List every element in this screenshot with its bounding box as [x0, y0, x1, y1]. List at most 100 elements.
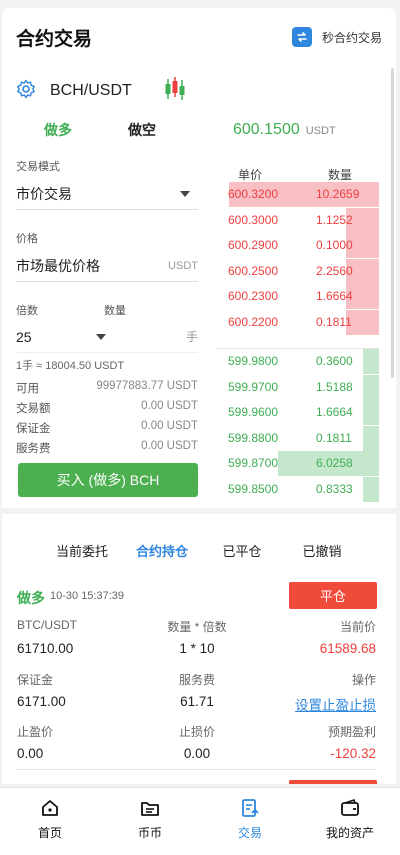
ask-row[interactable]: 600.2500 2.2560 — [216, 258, 379, 284]
ask-price: 600.2500 — [228, 263, 279, 278]
leverage-value: 25 — [16, 328, 32, 345]
nav-exchange-label: 币币 — [137, 826, 162, 840]
ask-price: 600.2200 — [228, 315, 279, 329]
ask-qty: 0.1000 — [316, 238, 353, 253]
amount-label: 交易额 — [16, 403, 51, 415]
leverage-select[interactable]: 25 — [16, 329, 106, 345]
nav-exchange[interactable]: 币币 — [100, 788, 200, 855]
tab-current-orders[interactable]: 当前委托 — [42, 541, 122, 560]
ask-qty: 1.6664 — [316, 289, 353, 304]
second-contract-label: 秒合约交易 — [321, 30, 382, 45]
position-current-price: 61589.68 — [319, 641, 376, 656]
position-symbol: BTC/USDT — [17, 618, 77, 632]
buy-long-button[interactable]: 买入 (做多) BCH — [18, 463, 198, 497]
bid-price: 599.9600 — [228, 405, 279, 420]
tab-closed[interactable]: 已平仓 — [202, 541, 282, 560]
header: 合约交易 秒合约交易 — [16, 22, 382, 52]
stop-loss-label: 止损价 — [178, 725, 215, 739]
ask-row[interactable]: 600.2900 0.1000 — [216, 233, 379, 259]
tab-cancelled[interactable]: 已撤销 — [282, 541, 362, 560]
lot-info: 1手 ≈ 18004.50 USDT — [16, 360, 125, 372]
close-position-button[interactable]: 平仓 — [289, 582, 377, 609]
amount-value: 0.00 USDT — [141, 400, 198, 412]
order-book-header: 单价 数量 — [228, 166, 378, 183]
trade-icon — [242, 799, 259, 817]
pair-selector[interactable]: BCH/USDT — [16, 76, 186, 106]
wallet-icon — [341, 798, 359, 816]
qty-leverage-label: 数量 * 倍数 — [167, 620, 227, 634]
tab-short[interactable]: 做空 — [100, 120, 184, 140]
ask-row[interactable]: 600.2300 1.6664 — [216, 284, 379, 310]
scrollbar[interactable] — [391, 68, 394, 378]
fee-value: 0.00 USDT — [141, 440, 198, 452]
trade-mode-select[interactable]: 市价交易 — [16, 178, 198, 210]
leverage-label: 倍数 — [16, 305, 38, 317]
position-margin-value: 6171.00 — [17, 694, 66, 709]
bid-row[interactable]: 599.8800 0.1811 — [216, 425, 379, 451]
qty-leverage-value: 1 * 10 — [179, 641, 215, 656]
stop-loss-value: 0.00 — [183, 746, 211, 761]
second-contract-button[interactable]: 秒合约交易 — [291, 27, 382, 47]
bid-row[interactable]: 599.9600 1.6664 — [216, 400, 379, 426]
ask-price: 600.2300 — [228, 289, 279, 304]
ask-qty: 1.1252 — [316, 212, 353, 227]
tab-long[interactable]: 做多 — [16, 120, 100, 140]
nav-home-label: 首页 — [37, 826, 62, 840]
current-price-value: 600.1500 — [233, 121, 300, 138]
position-fee-label: 服务费 — [178, 673, 215, 687]
positions-card: 当前委托 合约持仓 已平仓 已撤销 做多 10-30 15:37:39 平仓 B… — [2, 514, 396, 784]
bid-qty: 1.6664 — [316, 405, 353, 420]
page-title: 合约交易 — [16, 28, 93, 50]
quantity-label: 数量 — [104, 305, 126, 317]
bid-qty: 0.1811 — [316, 430, 352, 445]
next-close-button[interactable] — [289, 780, 377, 784]
gear-icon[interactable] — [16, 79, 36, 104]
expected-pnl-label: 预期盈利 — [327, 725, 376, 739]
bid-depth-bar — [363, 374, 379, 400]
nav-assets[interactable]: 我的资产 — [300, 788, 400, 855]
bid-row[interactable]: 599.8700 6.0258 — [216, 451, 379, 477]
position-fee-value: 61.71 — [180, 694, 214, 709]
bid-qty: 0.3600 — [316, 354, 353, 368]
current-price: 600.1500 USDT — [233, 121, 336, 139]
margin-row: 保证金 0.00 USDT — [16, 420, 198, 436]
ask-qty: 10.2659 — [316, 187, 360, 201]
available-label: 可用 — [16, 383, 39, 395]
position-time: 10-30 15:37:39 — [50, 590, 125, 602]
nav-home[interactable]: 首页 — [0, 788, 100, 855]
position-side: 做多 — [17, 590, 45, 606]
nav-trade[interactable]: 交易 — [200, 788, 300, 855]
candlestick-icon[interactable] — [164, 76, 186, 106]
ask-row[interactable]: 600.2200 0.1811 — [216, 310, 379, 335]
bid-row[interactable]: 599.9700 1.5188 — [216, 374, 379, 400]
pair-name[interactable]: BCH/USDT — [50, 82, 132, 100]
position-margin-label: 保证金 — [17, 673, 54, 687]
trade-mode-label: 交易模式 — [16, 161, 60, 173]
bid-price: 599.9800 — [228, 354, 279, 368]
action-label: 操作 — [351, 673, 376, 687]
bid-depth-bar — [363, 400, 379, 426]
expected-pnl-value: -120.32 — [330, 746, 376, 761]
ask-row[interactable]: 600.3200 10.2659 — [216, 182, 379, 207]
amount-row: 交易额 0.00 USDT — [16, 400, 198, 416]
price-input[interactable]: 市场最优价格 USDT — [16, 250, 198, 282]
bid-depth-bar — [363, 425, 379, 451]
bid-row[interactable]: 599.8500 0.8333 — [216, 477, 379, 502]
price-unit: USDT — [168, 259, 198, 272]
bottom-nav: 首页 币币 交易 我的资产 — [0, 787, 400, 855]
current-price-unit: USDT — [305, 125, 336, 137]
bid-qty: 6.0258 — [316, 456, 353, 471]
bid-row[interactable]: 599.9800 0.3600 — [216, 349, 379, 374]
ask-price: 600.2900 — [228, 238, 279, 253]
chevron-down-icon — [96, 333, 106, 340]
available-value: 99977883.77 USDT — [96, 380, 198, 392]
trade-mode-value: 市价交易 — [16, 185, 72, 202]
bid-qty: 1.5188 — [316, 379, 353, 394]
tab-positions[interactable]: 合约持仓 — [122, 541, 202, 560]
quantity-unit[interactable]: 手 — [186, 328, 198, 345]
margin-label: 保证金 — [16, 423, 51, 435]
take-profit-label: 止盈价 — [17, 725, 54, 739]
home-icon — [42, 800, 58, 816]
set-tp-sl-link[interactable]: 设置止盈止损 — [295, 694, 376, 714]
ask-row[interactable]: 600.3000 1.1252 — [216, 207, 379, 233]
